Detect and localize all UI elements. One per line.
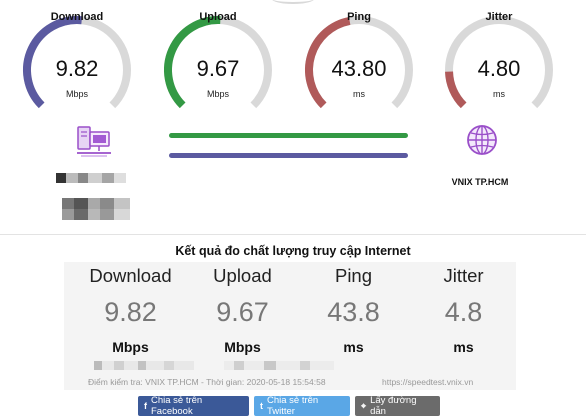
upload-gauge-unit: Mbps (206, 89, 229, 99)
share-facebook-button[interactable]: f Chia sẻ trên Facebook (138, 395, 249, 417)
result-title: Kết quả đo chất lượng truy cập Internet (175, 244, 411, 258)
result-label-upload: Upload (213, 265, 272, 286)
result-label-jitter: Jitter (443, 265, 484, 286)
upload-gauge-value: 9.67 (196, 56, 240, 81)
download-gauge-title: Download (50, 11, 104, 23)
server-computer-icon (77, 126, 111, 157)
section-divider (0, 234, 586, 235)
result-unit-jitter: ms (453, 339, 474, 355)
result-footer-url: https://speedtest.vnix.vn (382, 377, 474, 387)
result-value-jitter: 4.8 (444, 297, 483, 327)
result-footer-info: Điểm kiểm tra: VNIX TP.HCM - Thời gian: … (88, 377, 326, 387)
result-value-download: 9.82 (104, 297, 157, 327)
jitter-gauge-unit: ms (493, 89, 505, 99)
jitter-gauge: Jitter 4.80 ms (439, 0, 559, 116)
result-label-download: Download (89, 265, 172, 286)
server-name-label: VNIX TP.HCM (451, 177, 509, 187)
download-gauge: Download 9.82 Mbps (17, 0, 137, 116)
result-unit-upload: Mbps (224, 339, 261, 355)
jitter-gauge-value: 4.80 (477, 56, 521, 81)
globe-icon (467, 125, 497, 155)
download-gauge-unit: Mbps (65, 89, 88, 99)
download-progress-line (169, 153, 408, 158)
share-twitter-button[interactable]: t Chia sẻ trên Twitter (254, 395, 350, 417)
redacted-ip-row-right (224, 361, 334, 370)
result-label-ping: Ping (334, 265, 373, 286)
download-gauge-value: 9.82 (55, 56, 99, 81)
redacted-ip-row-left (94, 361, 194, 370)
facebook-icon: f (144, 401, 147, 411)
result-card: Download 9.82 Mbps Upload 9.67 Mbps Ping… (64, 262, 516, 390)
link-icon: ⌖ (361, 400, 367, 411)
ping-gauge-unit: ms (353, 89, 365, 99)
redacted-client-isp (62, 198, 130, 220)
ping-gauge-title: Ping (347, 11, 371, 23)
ping-gauge: Ping 43.80 ms (299, 0, 419, 116)
upload-progress-line (169, 133, 408, 138)
share-twitter-label: Chia sẻ trên Twitter (267, 395, 319, 417)
get-link-label: Lấy đường dẫn (370, 395, 417, 417)
result-unit-download: Mbps (112, 339, 149, 355)
upload-gauge-title: Upload (199, 11, 237, 23)
get-link-button[interactable]: ⌖ Lấy đường dẫn (355, 395, 440, 417)
jitter-gauge-title: Jitter (485, 11, 513, 23)
result-unit-ping: ms (343, 339, 364, 355)
ping-gauge-value: 43.80 (331, 56, 387, 81)
upload-gauge: Upload 9.67 Mbps (158, 0, 278, 116)
share-facebook-label: Chia sẻ trên Facebook (151, 395, 203, 417)
result-value-upload: 9.67 (216, 297, 269, 327)
twitter-icon: t (260, 401, 263, 411)
result-value-ping: 43.8 (327, 297, 380, 327)
redacted-client-ip (56, 173, 126, 183)
